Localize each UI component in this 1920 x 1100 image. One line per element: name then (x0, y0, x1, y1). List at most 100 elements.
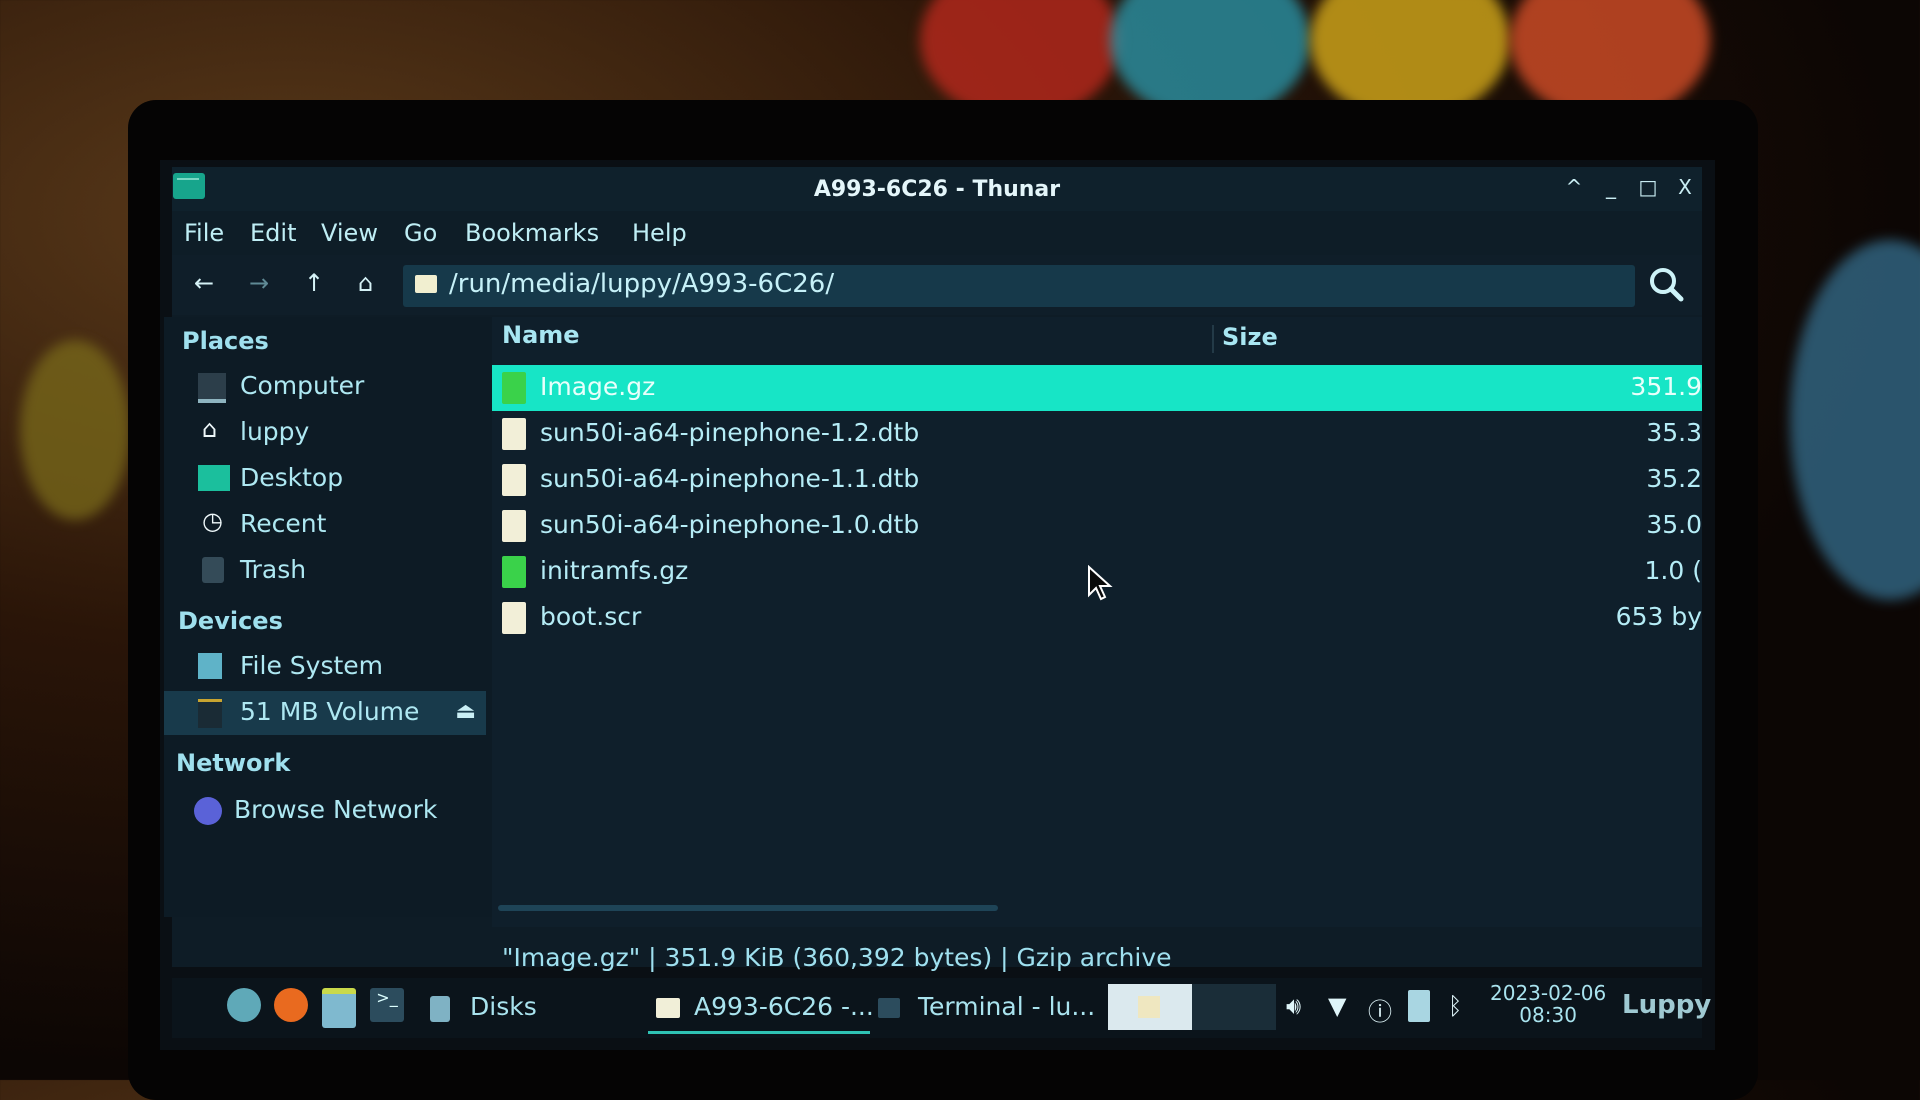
sidebar-item-desktop[interactable]: Desktop (164, 457, 486, 501)
column-header-size[interactable]: Size (1222, 323, 1278, 351)
sidebar-item-file-system[interactable]: File System (164, 645, 486, 689)
sidebar-item-recent[interactable]: ◷ Recent (164, 503, 486, 547)
firefox-icon[interactable] (274, 988, 308, 1022)
menu-bookmarks[interactable]: Bookmarks (465, 219, 599, 247)
sidebar-item-home[interactable]: ⌂ luppy (164, 411, 486, 455)
sidebar-item-label: Computer (240, 371, 365, 400)
task-disks[interactable]: Disks (430, 986, 600, 1030)
mouse-cursor-icon (1088, 565, 1113, 601)
workspace-1[interactable] (1108, 984, 1192, 1030)
taskbar: >_ Disks A993-6C26 -... Terminal - lu...… (172, 978, 1711, 1038)
volume-icon[interactable]: 🔊︎ (1286, 992, 1301, 1020)
file-row[interactable]: sun50i-a64-pinephone-1.2.dtb 35.3 (492, 411, 1702, 457)
computer-icon (198, 373, 226, 403)
places-heading: Places (182, 327, 269, 355)
sidebar-item-computer[interactable]: Computer (164, 365, 486, 409)
menu-edit[interactable]: Edit (250, 219, 296, 247)
clock-date: 2023-02-06 (1490, 981, 1607, 1005)
background-toy (20, 340, 130, 520)
file-manager-icon[interactable] (322, 988, 356, 1028)
sidebar-item-label: File System (240, 651, 384, 680)
status-text: "Image.gz" | 351.9 KiB (360,392 bytes) |… (502, 943, 1172, 972)
titlebar[interactable]: A993-6C26 - Thunar ^ _ □ X (172, 167, 1702, 211)
clock[interactable]: 2023-02-06 08:30 (1490, 982, 1606, 1026)
battery-icon[interactable] (1408, 990, 1430, 1022)
menu-go[interactable]: Go (404, 219, 437, 247)
home-icon: ⌂ (202, 415, 218, 443)
disks-icon (430, 996, 450, 1022)
trash-icon (202, 557, 224, 583)
file-row[interactable]: sun50i-a64-pinephone-1.1.dtb 35.2 (492, 457, 1702, 503)
workspace-2[interactable] (1192, 984, 1276, 1030)
location-bar[interactable]: /run/media/luppy/A993-6C26/ (403, 265, 1635, 307)
file-name: sun50i-a64-pinephone-1.1.dtb (540, 464, 920, 493)
wifi-icon[interactable]: ▼ (1328, 992, 1346, 1020)
task-thunar[interactable]: A993-6C26 -... (648, 986, 874, 1034)
app-menu-icon[interactable] (227, 988, 261, 1022)
sidebar-item-label: Desktop (240, 463, 344, 492)
menubar: File Edit View Go Bookmarks Help (172, 211, 1702, 255)
workspace-window-thumb (1138, 996, 1160, 1018)
horizontal-scrollbar[interactable] (498, 905, 998, 911)
search-button[interactable] (1647, 265, 1687, 305)
file-name: initramfs.gz (540, 556, 689, 585)
text-file-icon (502, 464, 526, 496)
binary-file-icon (502, 602, 526, 634)
location-path[interactable]: /run/media/luppy/A993-6C26/ (449, 269, 834, 299)
file-name: Image.gz (540, 372, 656, 401)
file-row[interactable]: Image.gz 351.9 (492, 365, 1702, 411)
sidebar: Places Computer ⌂ luppy Desktop ◷ Recent… (164, 317, 494, 917)
clock-icon: ◷ (202, 507, 223, 535)
sidebar-item-label: Recent (240, 509, 327, 538)
toolbar: ← → ↑ ⌂ /run/media/luppy/A993-6C26/ (172, 255, 1702, 315)
folder-icon (415, 275, 437, 293)
terminal-launcher-icon[interactable]: >_ (370, 988, 404, 1022)
devices-heading: Devices (178, 607, 283, 635)
task-terminal[interactable]: Terminal - lu... (878, 986, 1098, 1030)
archive-icon (502, 556, 526, 588)
shade-button[interactable]: ^ (1561, 175, 1587, 199)
up-button[interactable]: ↑ (304, 269, 324, 297)
sidebar-item-51mb-volume[interactable]: 51 MB Volume ⏏ (164, 691, 486, 735)
menu-file[interactable]: File (184, 219, 224, 247)
sidebar-item-browse-network[interactable]: Browse Network (164, 789, 486, 833)
back-button[interactable]: ← (194, 269, 214, 297)
menu-help[interactable]: Help (632, 219, 687, 247)
task-label: Disks (470, 992, 537, 1021)
desktop-icon (198, 465, 230, 491)
home-button[interactable]: ⌂ (358, 269, 373, 297)
notification-shield-icon[interactable]: ⓘ (1368, 992, 1392, 1027)
task-label: Terminal - lu... (918, 992, 1096, 1021)
clock-time: 08:30 (1519, 1003, 1577, 1027)
file-name: sun50i-a64-pinephone-1.2.dtb (540, 418, 920, 447)
eject-button[interactable]: ⏏ (455, 699, 476, 724)
sidebar-item-label: 51 MB Volume (240, 697, 420, 726)
file-size: 1.0 ( (1644, 556, 1702, 585)
user-menu[interactable]: Luppy (1622, 990, 1711, 1020)
close-button[interactable]: X (1672, 175, 1698, 199)
thunar-window: A993-6C26 - Thunar ^ _ □ X File Edit Vie… (164, 167, 1702, 972)
column-separator[interactable] (1212, 325, 1214, 353)
bluetooth-icon[interactable]: ᛒ (1448, 992, 1462, 1020)
text-file-icon (502, 418, 526, 450)
file-size: 351.9 (1630, 372, 1702, 401)
file-name: sun50i-a64-pinephone-1.0.dtb (540, 510, 920, 539)
folder-icon (656, 998, 680, 1018)
sd-card-icon (198, 699, 222, 728)
search-icon (1650, 268, 1684, 302)
minimize-button[interactable]: _ (1598, 175, 1624, 199)
sidebar-item-trash[interactable]: Trash (164, 549, 486, 593)
maximize-button[interactable]: □ (1635, 175, 1661, 199)
forward-button[interactable]: → (249, 269, 269, 297)
archive-icon (502, 372, 526, 404)
sidebar-item-label: Trash (240, 555, 307, 584)
column-header-name[interactable]: Name (502, 321, 580, 349)
file-name: boot.scr (540, 602, 642, 631)
file-row[interactable]: sun50i-a64-pinephone-1.0.dtb 35.0 (492, 503, 1702, 549)
file-size: 653 by (1615, 602, 1702, 631)
file-list: Name Size Image.gz 351.9 sun50i-a64-pine… (492, 317, 1702, 927)
menu-view[interactable]: View (321, 219, 378, 247)
terminal-icon (878, 998, 900, 1018)
file-size: 35.0 (1646, 510, 1702, 539)
statusbar: "Image.gz" | 351.9 KiB (360,392 bytes) |… (492, 937, 1702, 977)
